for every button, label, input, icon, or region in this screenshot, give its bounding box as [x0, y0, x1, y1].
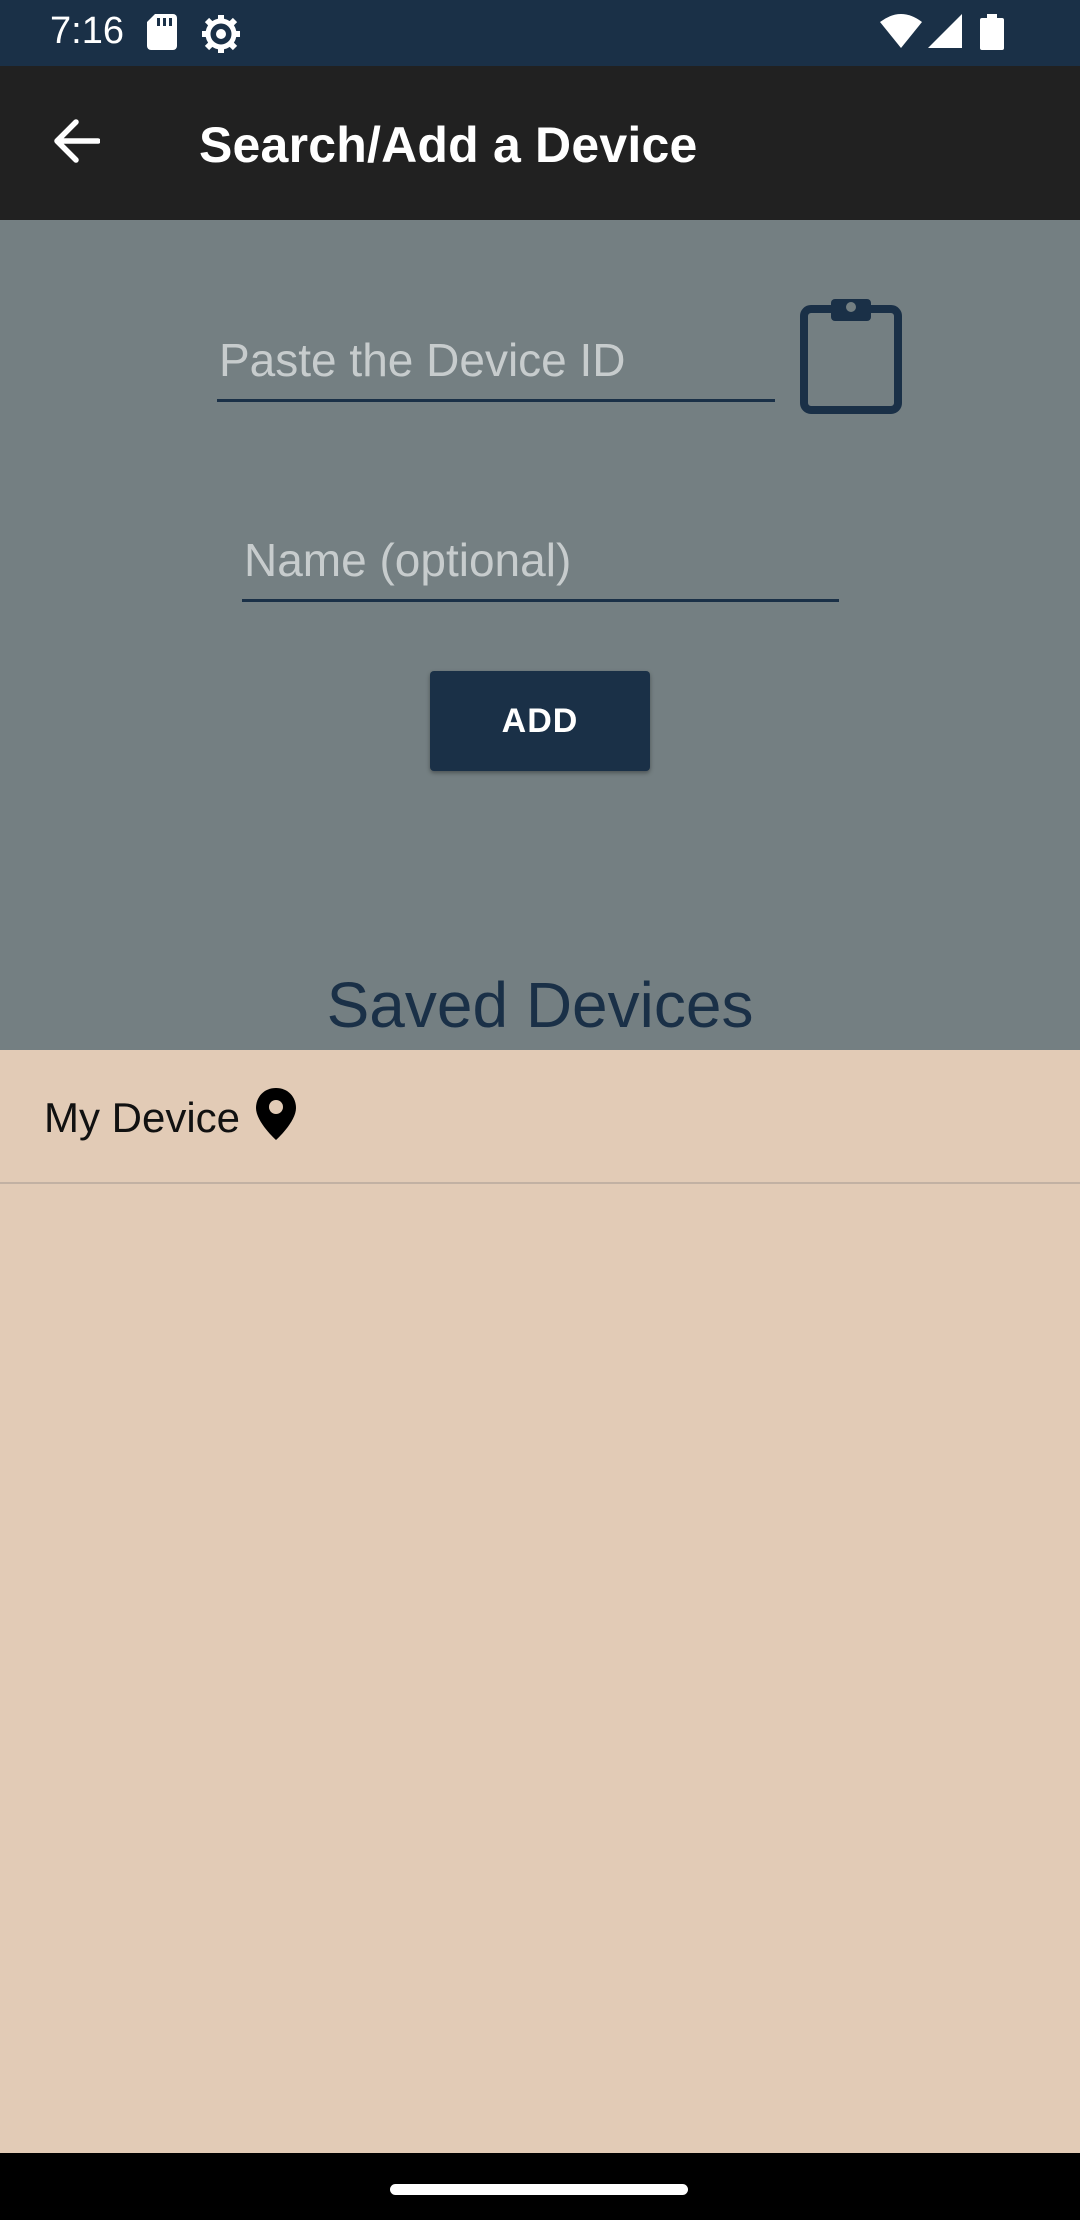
wifi-icon: [880, 14, 922, 55]
saved-devices-heading: Saved Devices: [326, 969, 754, 1041]
add-button[interactable]: ADD: [430, 671, 650, 771]
device-name-input[interactable]: [242, 528, 839, 602]
status-time: 7:16: [50, 10, 124, 52]
status-bar: 7:16: [0, 0, 1080, 66]
home-handle[interactable]: [390, 2184, 688, 2195]
back-button[interactable]: [36, 108, 116, 178]
signal-icon: [928, 14, 964, 55]
arrow-back-icon: [52, 118, 101, 168]
saved-devices-list: My Device: [0, 1050, 1080, 2153]
sd-card-icon: [147, 14, 177, 55]
app-bar: Search/Add a Device: [0, 66, 1080, 220]
device-name-label: My Device: [44, 1094, 241, 1141]
system-nav-bar: [0, 2153, 1080, 2220]
paste-clipboard-button[interactable]: [795, 290, 907, 420]
location-pin-icon: [254, 1086, 298, 1147]
device-id-input[interactable]: [217, 328, 775, 402]
clipboard-icon: [799, 291, 903, 420]
add-device-form: ADD Saved Devices: [0, 220, 1080, 1050]
settings-gear-icon: [201, 14, 241, 59]
page-title: Search/Add a Device: [199, 117, 698, 173]
battery-icon: [980, 14, 1004, 55]
list-item[interactable]: My Device: [0, 1050, 1080, 1184]
